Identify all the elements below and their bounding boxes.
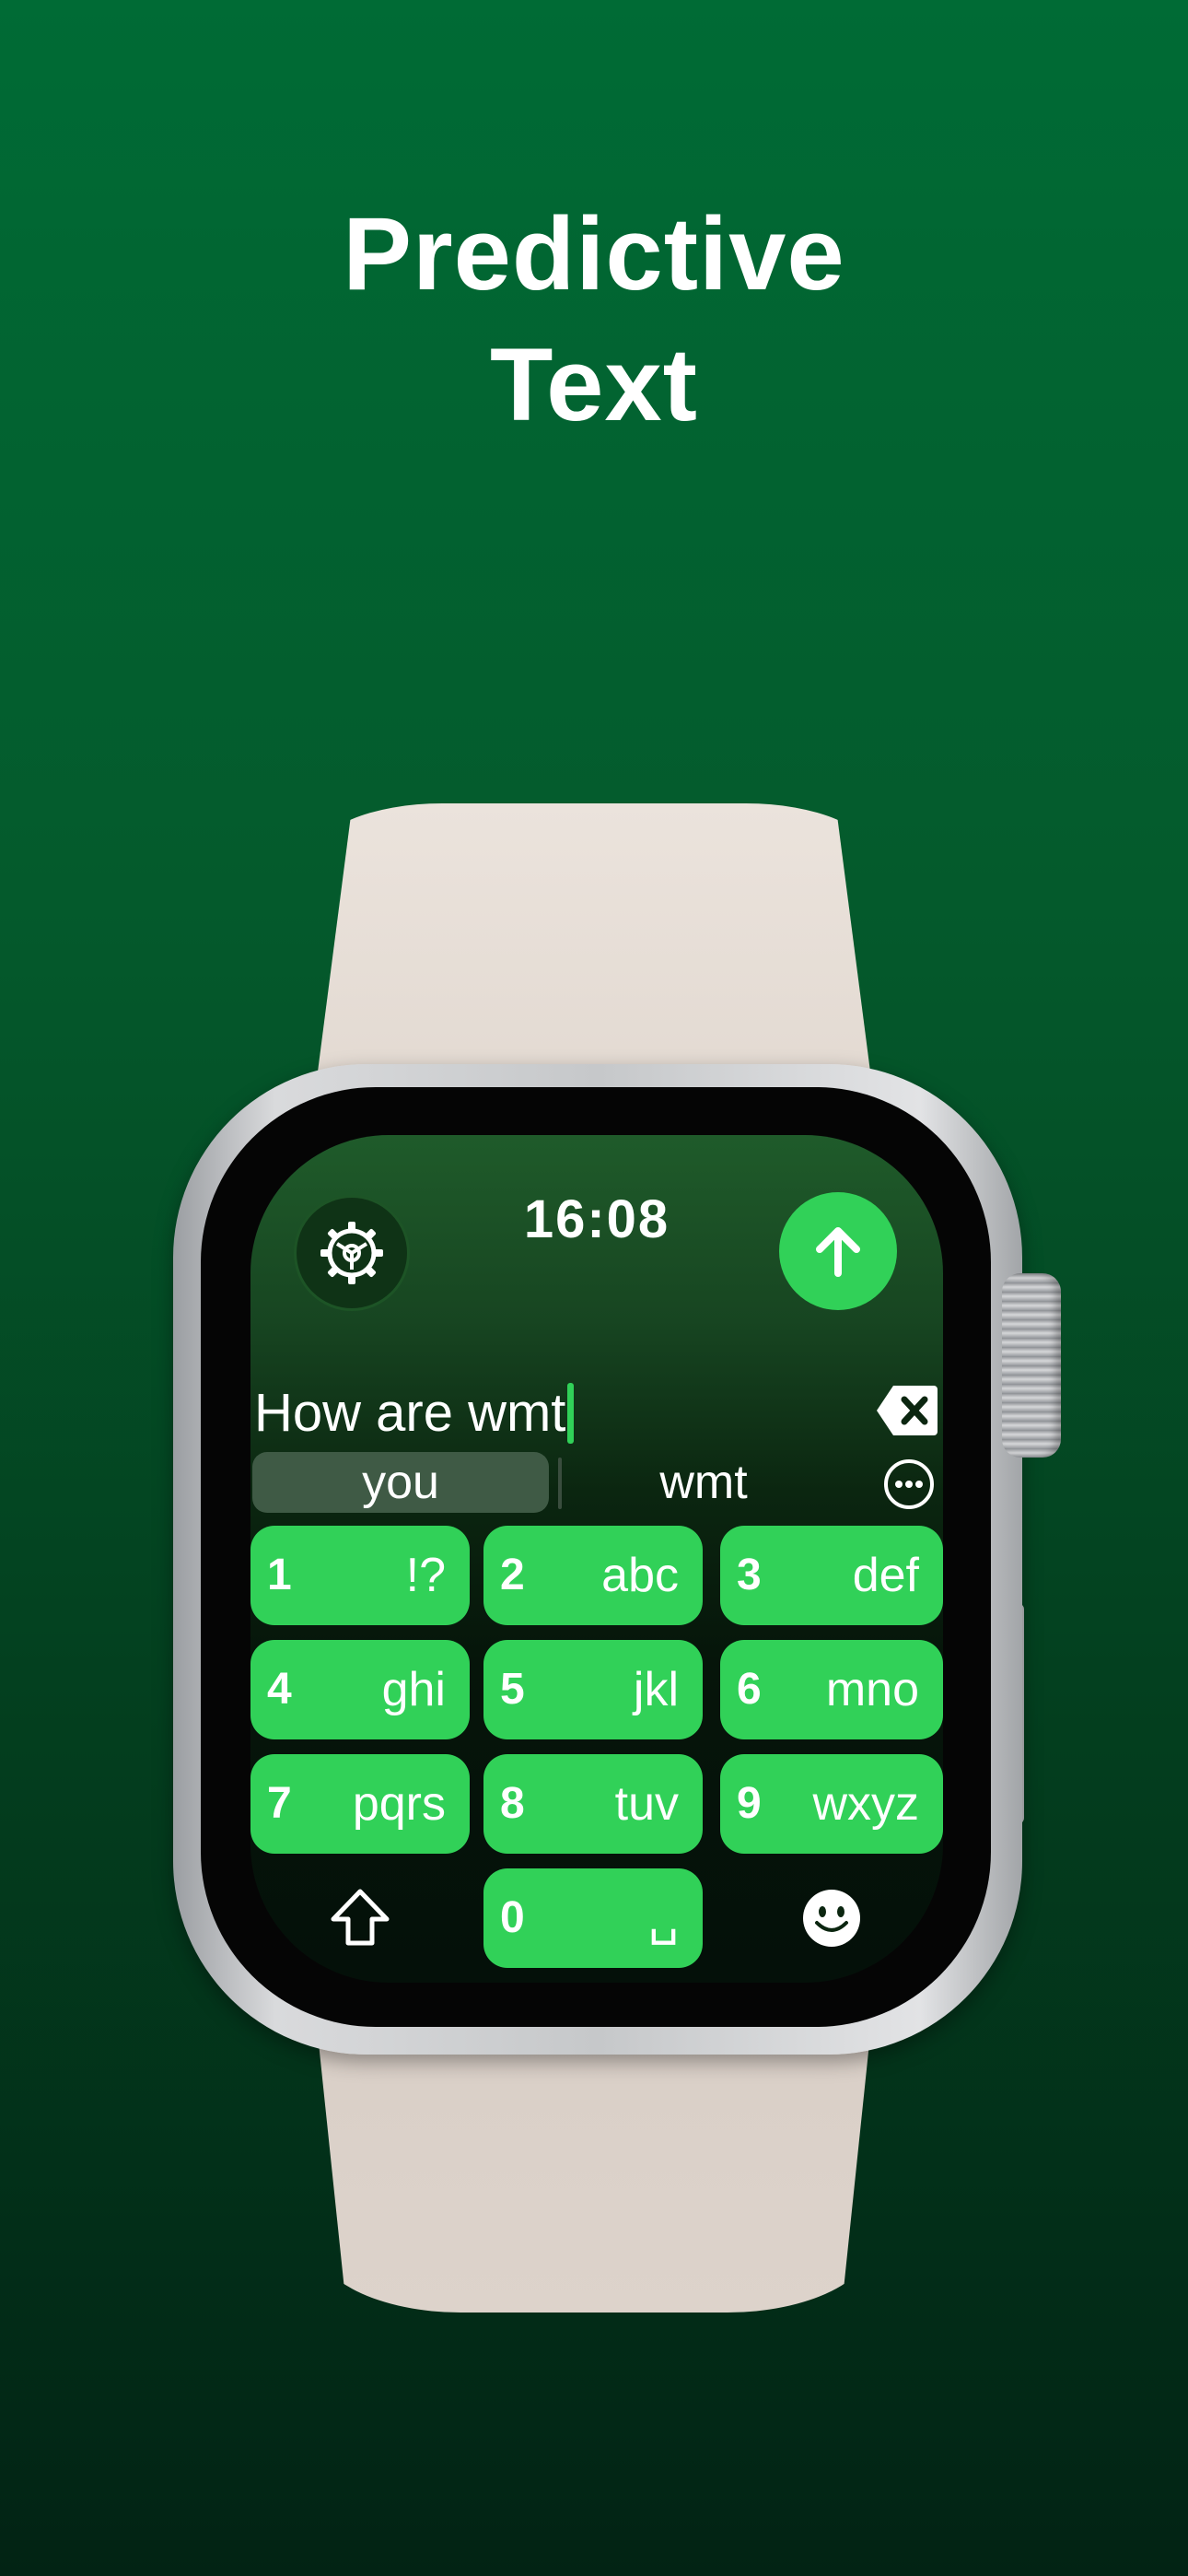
key-1[interactable]: 1 !? [250, 1526, 470, 1625]
key-number: 6 [737, 1665, 762, 1714]
delete-button[interactable] [875, 1384, 939, 1437]
key-6[interactable]: 6 mno [720, 1640, 943, 1739]
more-suggestions-button[interactable] [882, 1458, 936, 1511]
delete-icon [877, 1386, 938, 1435]
key-number: 1 [267, 1551, 292, 1599]
emoji-icon [803, 1890, 860, 1947]
key-letters: wxyz [812, 1777, 919, 1831]
key-number: 8 [500, 1779, 525, 1828]
key-4[interactable]: 4 ghi [250, 1640, 470, 1739]
key-number: 4 [267, 1665, 292, 1714]
arrow-up-icon [816, 1227, 860, 1277]
digital-crown [1002, 1273, 1061, 1458]
key-letters: jkl [633, 1663, 679, 1716]
key-letters: ghi [381, 1663, 446, 1716]
send-button[interactable] [779, 1192, 897, 1310]
key-9[interactable]: 9 wxyz [720, 1754, 943, 1854]
key-number: 5 [500, 1665, 525, 1714]
key-7[interactable]: 7 pqrs [250, 1754, 470, 1854]
key-3[interactable]: 3 def [720, 1526, 943, 1625]
key-number: 2 [500, 1551, 525, 1599]
suggestion-secondary[interactable]: wmt [567, 1452, 840, 1513]
emoji-button[interactable] [790, 1877, 873, 1960]
key-letters: tuv [614, 1777, 679, 1831]
message-input[interactable]: How are wmt [254, 1376, 575, 1450]
headline-line-1: Predictive [343, 196, 845, 311]
ellipsis-circle-icon [884, 1459, 934, 1509]
key-number: 7 [267, 1779, 292, 1828]
key-number: 0 [500, 1893, 525, 1942]
key-2[interactable]: 2 abc [483, 1526, 703, 1625]
suggestion-divider [558, 1458, 562, 1509]
text-cursor [567, 1383, 575, 1444]
shift-button[interactable] [319, 1877, 402, 1960]
key-0[interactable]: 0 ␣ [483, 1868, 703, 1968]
headline-line-2: Text [490, 327, 698, 442]
shift-arrow-icon [331, 1889, 390, 1946]
suggestion-primary[interactable]: you [252, 1452, 549, 1513]
key-number: 9 [737, 1779, 762, 1828]
key-letters: mno [825, 1663, 919, 1716]
key-letters: ␣ [647, 1891, 679, 1945]
watch-screen: 16:08 How are wmt you wmt 1 !? 2 abc 3 d… [250, 1135, 943, 1983]
key-5[interactable]: 5 jkl [483, 1640, 703, 1739]
key-letters: pqrs [352, 1777, 446, 1831]
message-text: How are wmt [254, 1383, 566, 1443]
key-8[interactable]: 8 tuv [483, 1754, 703, 1854]
headline: Predictive Text [0, 189, 1188, 451]
key-letters: abc [601, 1549, 679, 1602]
key-letters: !? [405, 1549, 446, 1602]
key-number: 3 [737, 1551, 762, 1599]
watch-band-top [313, 803, 875, 1107]
key-letters: def [852, 1549, 919, 1602]
